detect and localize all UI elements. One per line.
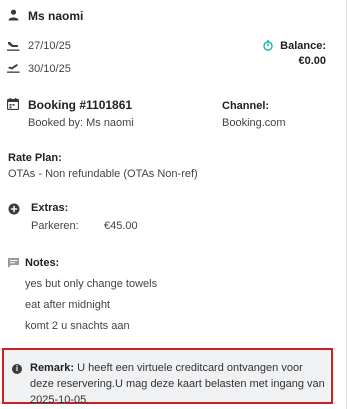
remark-label: Remark:: [30, 362, 75, 374]
rate-plan-label: Rate Plan:: [8, 152, 62, 164]
booking-number: Booking #1101861: [28, 98, 133, 112]
balance-value: €0.00: [298, 55, 326, 67]
plane-arrival-icon: [7, 42, 20, 51]
arrival-date: 27/10/25: [28, 40, 71, 52]
calendar-icon: [7, 98, 19, 110]
panel-divider: [346, 0, 347, 409]
person-icon: [8, 9, 19, 21]
extra-item-price: €45.00: [104, 220, 138, 232]
plus-circle-icon: [8, 203, 20, 215]
note-line: eat after midnight: [25, 299, 110, 311]
channel-value: Booking.com: [222, 117, 286, 129]
booked-by: Booked by: Ms naomi: [28, 117, 134, 129]
departure-date: 30/10/25: [28, 63, 71, 75]
note-line: yes but only change towels: [25, 278, 158, 290]
info-icon: i: [12, 364, 22, 374]
channel-label: Channel:: [222, 100, 270, 112]
extras-label: Extras:: [31, 202, 69, 214]
notes-label: Notes:: [25, 257, 60, 269]
remark-box: i Remark: U heeft een virtuele creditcar…: [2, 348, 333, 406]
extra-item-name: Parkeren:: [31, 220, 79, 232]
note-line: komt 2 u snachts aan: [25, 320, 130, 332]
balance-icon: [263, 40, 273, 51]
remark-text: Remark: U heeft een virtuele creditcard …: [30, 360, 328, 408]
rate-plan-value: OTAs - Non refundable (OTAs Non-ref): [8, 168, 198, 180]
note-icon: [8, 258, 19, 268]
guest-name: Ms naomi: [28, 9, 84, 23]
remark-message: U heeft een virtuele creditcard ontvange…: [30, 362, 325, 406]
plane-departure-icon: [7, 64, 20, 73]
balance-label: Balance:: [280, 40, 326, 52]
